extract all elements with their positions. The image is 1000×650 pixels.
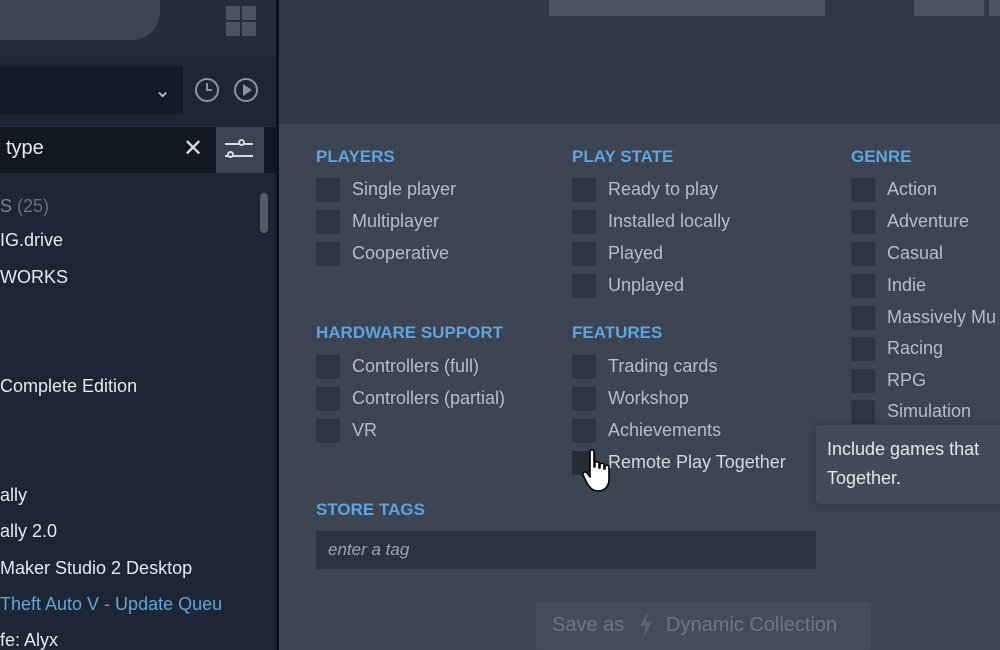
- library-home-logo[interactable]: [0, 0, 160, 40]
- section-title-hardware-support: HARDWARE SUPPORT: [316, 323, 504, 342]
- option-trading-cards[interactable]: Trading cards: [572, 355, 802, 381]
- game-list: S (25) IG.drive WORKS Complete Edition a…: [0, 173, 276, 650]
- option-workshop[interactable]: Workshop: [572, 387, 802, 413]
- list-item[interactable]: Maker Studio 2 Desktop: [0, 558, 192, 579]
- list-item-updating[interactable]: Theft Auto V - Update Queu: [0, 594, 222, 615]
- checkbox[interactable]: [851, 306, 875, 330]
- option-adventure[interactable]: Adventure: [851, 210, 1000, 236]
- library-header-area: [279, 0, 1000, 124]
- checkbox[interactable]: [851, 210, 875, 234]
- tooltip-line-2: Together.: [827, 468, 902, 488]
- option-action[interactable]: Action: [851, 178, 1000, 204]
- checkbox[interactable]: [851, 400, 875, 424]
- chevron-down-icon: ⌄: [154, 80, 171, 102]
- save-button-prefix: Save as: [552, 614, 625, 636]
- checkbox[interactable]: [572, 274, 596, 298]
- option-rpg[interactable]: RPG: [851, 369, 1000, 395]
- option-controllers-full[interactable]: Controllers (full): [316, 355, 536, 381]
- checkbox[interactable]: [572, 242, 596, 266]
- list-item[interactable]: ally 2.0: [0, 521, 57, 542]
- option-controllers-partial[interactable]: Controllers (partial): [316, 387, 536, 413]
- checkbox[interactable]: [316, 387, 340, 411]
- option-installed-locally[interactable]: Installed locally: [572, 210, 802, 236]
- option-indie[interactable]: Indie: [851, 274, 1000, 300]
- banner-artwork: [549, 0, 1000, 16]
- play-icon[interactable]: [234, 78, 258, 102]
- tooltip-line-1: Include games that: [827, 439, 980, 459]
- tooltip: Include games that Together.: [816, 425, 1000, 504]
- section-title-players: PLAYERS: [316, 147, 395, 166]
- checkbox[interactable]: [851, 178, 875, 202]
- option-single-player[interactable]: Single player: [316, 178, 536, 204]
- option-unplayed[interactable]: Unplayed: [572, 274, 802, 300]
- option-massively-multiplayer[interactable]: Massively Mu: [851, 306, 1000, 332]
- checkbox[interactable]: [316, 178, 340, 202]
- filter-panel: PLAYERS Single player Multiplayer Cooper…: [279, 124, 1000, 650]
- option-remote-play-together[interactable]: Remote Play Together: [572, 451, 802, 477]
- save-dynamic-collection-button[interactable]: Save as Dynamic Collection: [536, 602, 871, 650]
- checkbox[interactable]: [572, 419, 596, 443]
- checkbox[interactable]: [572, 451, 596, 475]
- search-input[interactable]: type: [6, 137, 44, 160]
- library-sidebar: ⌄ type ✕ S (25) IG.drive WORKS Complete …: [0, 0, 276, 650]
- checkbox[interactable]: [316, 419, 340, 443]
- checkbox[interactable]: [851, 274, 875, 298]
- collection-dropdown[interactable]: ⌄: [0, 66, 183, 114]
- checkbox[interactable]: [851, 337, 875, 361]
- checkbox[interactable]: [316, 242, 340, 266]
- option-cooperative[interactable]: Cooperative: [316, 242, 536, 268]
- list-item[interactable]: fe: Alyx: [0, 630, 58, 650]
- list-item[interactable]: IG.drive: [0, 230, 63, 251]
- checkbox[interactable]: [851, 242, 875, 266]
- save-button-suffix: Dynamic Collection: [666, 614, 838, 636]
- list-section-header[interactable]: S (25): [0, 196, 49, 217]
- recent-clock-icon[interactable]: [195, 78, 219, 102]
- filter-sliders-icon[interactable]: [216, 127, 264, 173]
- checkbox[interactable]: [316, 210, 340, 234]
- lightning-bolt-icon: [640, 612, 652, 638]
- section-title-genre: GENRE: [851, 147, 912, 166]
- checkbox[interactable]: [572, 355, 596, 379]
- sidebar-top-bar: [0, 0, 276, 56]
- option-vr[interactable]: VR: [316, 419, 536, 445]
- section-title-features: FEATURES: [572, 323, 663, 342]
- option-achievements[interactable]: Achievements: [572, 419, 802, 445]
- option-ready-to-play[interactable]: Ready to play: [572, 178, 802, 204]
- option-multiplayer[interactable]: Multiplayer: [316, 210, 536, 236]
- grid-view-icon[interactable]: [224, 4, 258, 38]
- list-item[interactable]: ally: [0, 485, 27, 506]
- collection-filter-row: ⌄: [0, 66, 276, 114]
- section-title-play-state: PLAY STATE: [572, 147, 674, 166]
- list-item[interactable]: Complete Edition: [0, 376, 137, 397]
- library-search-bar[interactable]: type ✕: [0, 127, 276, 173]
- checkbox[interactable]: [572, 387, 596, 411]
- checkbox[interactable]: [572, 210, 596, 234]
- option-simulation[interactable]: Simulation: [851, 400, 1000, 426]
- checkbox[interactable]: [572, 178, 596, 202]
- option-played[interactable]: Played: [572, 242, 802, 268]
- list-item[interactable]: WORKS: [0, 267, 68, 288]
- checkbox[interactable]: [316, 355, 340, 379]
- tag-input[interactable]: [316, 531, 816, 569]
- option-racing[interactable]: Racing: [851, 337, 1000, 363]
- close-icon[interactable]: ✕: [183, 136, 203, 162]
- checkbox[interactable]: [851, 369, 875, 393]
- list-scrollbar[interactable]: [260, 193, 268, 233]
- section-title-store-tags: STORE TAGS: [316, 500, 425, 519]
- option-casual[interactable]: Casual: [851, 242, 1000, 268]
